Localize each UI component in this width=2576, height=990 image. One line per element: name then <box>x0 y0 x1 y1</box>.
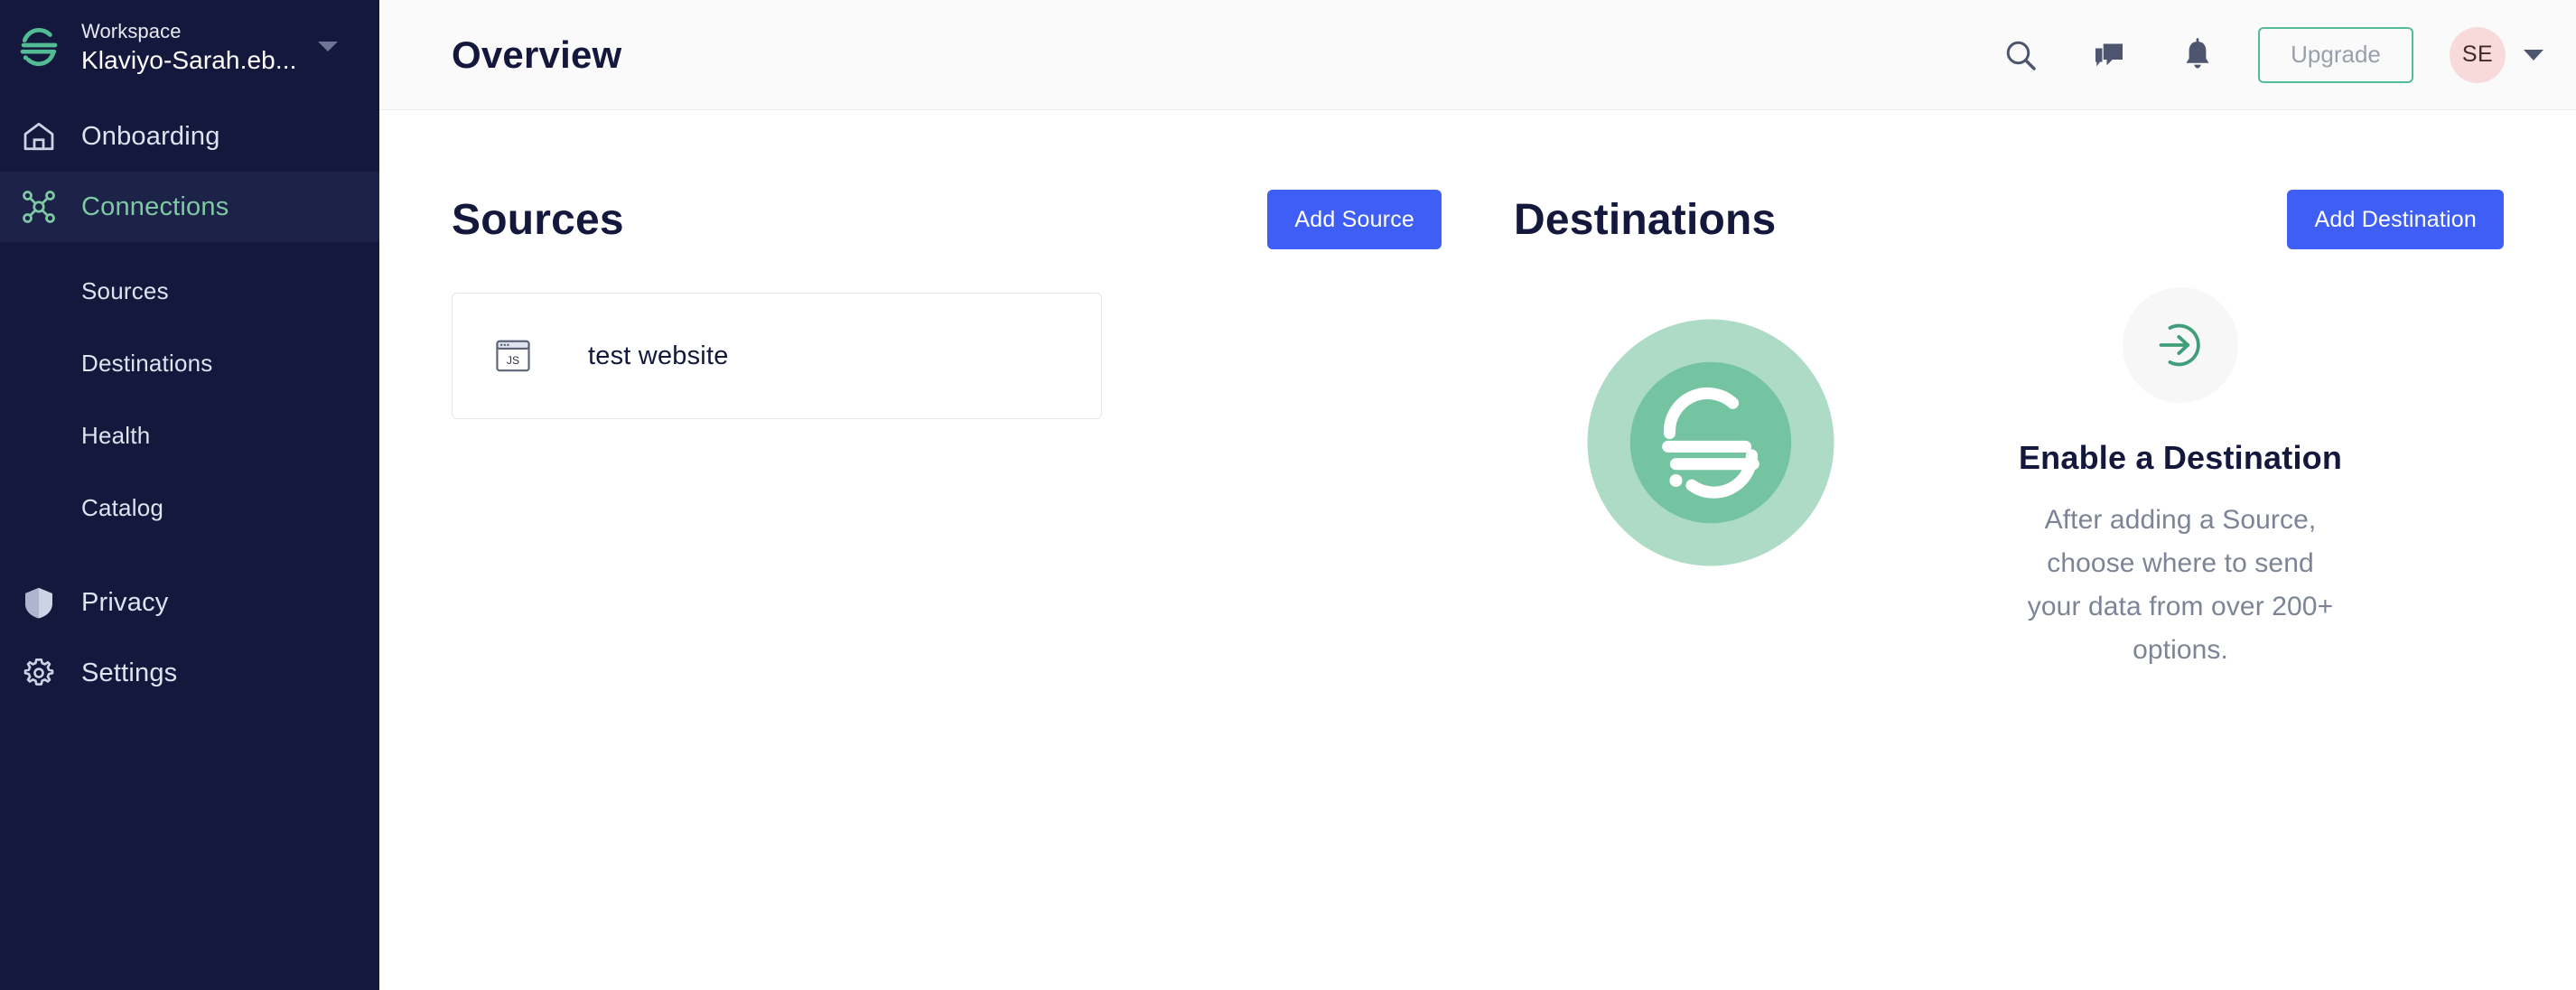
chat-bubble-icon[interactable] <box>2081 27 2137 83</box>
connections-icon <box>14 182 63 231</box>
add-source-button[interactable]: Add Source <box>1267 190 1442 249</box>
sources-panel: Sources Add Source JS test website <box>379 110 1478 990</box>
destinations-empty-state: Enable a Destination After adding a Sour… <box>1514 271 2504 672</box>
gear-icon <box>14 649 63 697</box>
sidebar-item-privacy[interactable]: Privacy <box>0 567 379 638</box>
sidebar-subitem-label: Health <box>81 421 151 449</box>
sources-title: Sources <box>452 195 624 244</box>
destinations-title: Destinations <box>1514 195 1777 244</box>
app-root: Workspace Klaviyo-Sarah.eb... Onboarding <box>0 0 2576 990</box>
segment-logo-icon <box>14 23 63 71</box>
sidebar: Workspace Klaviyo-Sarah.eb... Onboarding <box>0 0 379 990</box>
main-area: Overview Upgrade SE Sources Add Source J… <box>379 0 2576 990</box>
segment-logo-icon <box>1584 316 1837 569</box>
sidebar-nav: Onboarding Connections Sources Destinati… <box>0 101 379 708</box>
sidebar-subnav: Sources Destinations Health Catalog <box>0 242 379 544</box>
sidebar-item-label: Onboarding <box>81 121 220 151</box>
workspace-label: Workspace <box>81 20 182 42</box>
upgrade-button[interactable]: Upgrade <box>2258 26 2413 83</box>
topbar: Overview Upgrade SE <box>379 0 2576 110</box>
chevron-down-icon[interactable] <box>318 42 338 51</box>
destinations-empty-content: Enable a Destination After adding a Sour… <box>1927 271 2433 672</box>
sidebar-item-label: Privacy <box>81 587 169 617</box>
sidebar-item-label: Settings <box>81 658 178 687</box>
sidebar-item-label: Connections <box>81 191 229 221</box>
bell-icon[interactable] <box>2170 27 2226 83</box>
destinations-header: Destinations Add Destination <box>1514 184 2504 255</box>
sidebar-item-health[interactable]: Health <box>0 399 379 472</box>
sidebar-subitem-label: Destinations <box>81 349 213 377</box>
add-destination-button[interactable]: Add Destination <box>2287 190 2504 249</box>
sidebar-item-connections[interactable]: Connections <box>0 172 379 242</box>
sidebar-subitem-label: Catalog <box>81 493 164 521</box>
source-name: test website <box>588 341 729 370</box>
avatar[interactable]: SE <box>2450 26 2506 83</box>
page-title: Overview <box>452 33 622 76</box>
destinations-panel: Destinations Add Destination Enable a De… <box>1478 110 2576 990</box>
workspace-switcher[interactable]: Workspace Klaviyo-Sarah.eb... <box>0 0 379 94</box>
sidebar-item-destinations[interactable]: Destinations <box>0 327 379 399</box>
svg-text:JS: JS <box>507 354 519 367</box>
empty-state-body: After adding a Source, choose where to s… <box>2027 505 2334 665</box>
javascript-website-icon: JS <box>489 332 537 380</box>
home-icon <box>14 112 63 161</box>
empty-state-title: Enable a Destination <box>2018 439 2343 476</box>
workspace-name: Klaviyo-Sarah.eb... <box>81 46 297 74</box>
sidebar-item-onboarding[interactable]: Onboarding <box>0 101 379 172</box>
search-icon[interactable] <box>1993 27 2049 83</box>
sidebar-item-catalog[interactable]: Catalog <box>0 472 379 544</box>
chevron-down-icon[interactable] <box>2524 49 2543 61</box>
source-card[interactable]: JS test website <box>452 293 1102 419</box>
shield-icon <box>14 578 63 627</box>
sidebar-subitem-label: Sources <box>81 276 169 304</box>
arrow-into-circle-icon <box>2123 287 2238 403</box>
sources-header: Sources Add Source <box>452 184 1442 255</box>
sidebar-item-settings[interactable]: Settings <box>0 638 379 708</box>
content: Sources Add Source JS test website Desti… <box>379 110 2576 990</box>
sidebar-item-sources[interactable]: Sources <box>0 255 379 327</box>
